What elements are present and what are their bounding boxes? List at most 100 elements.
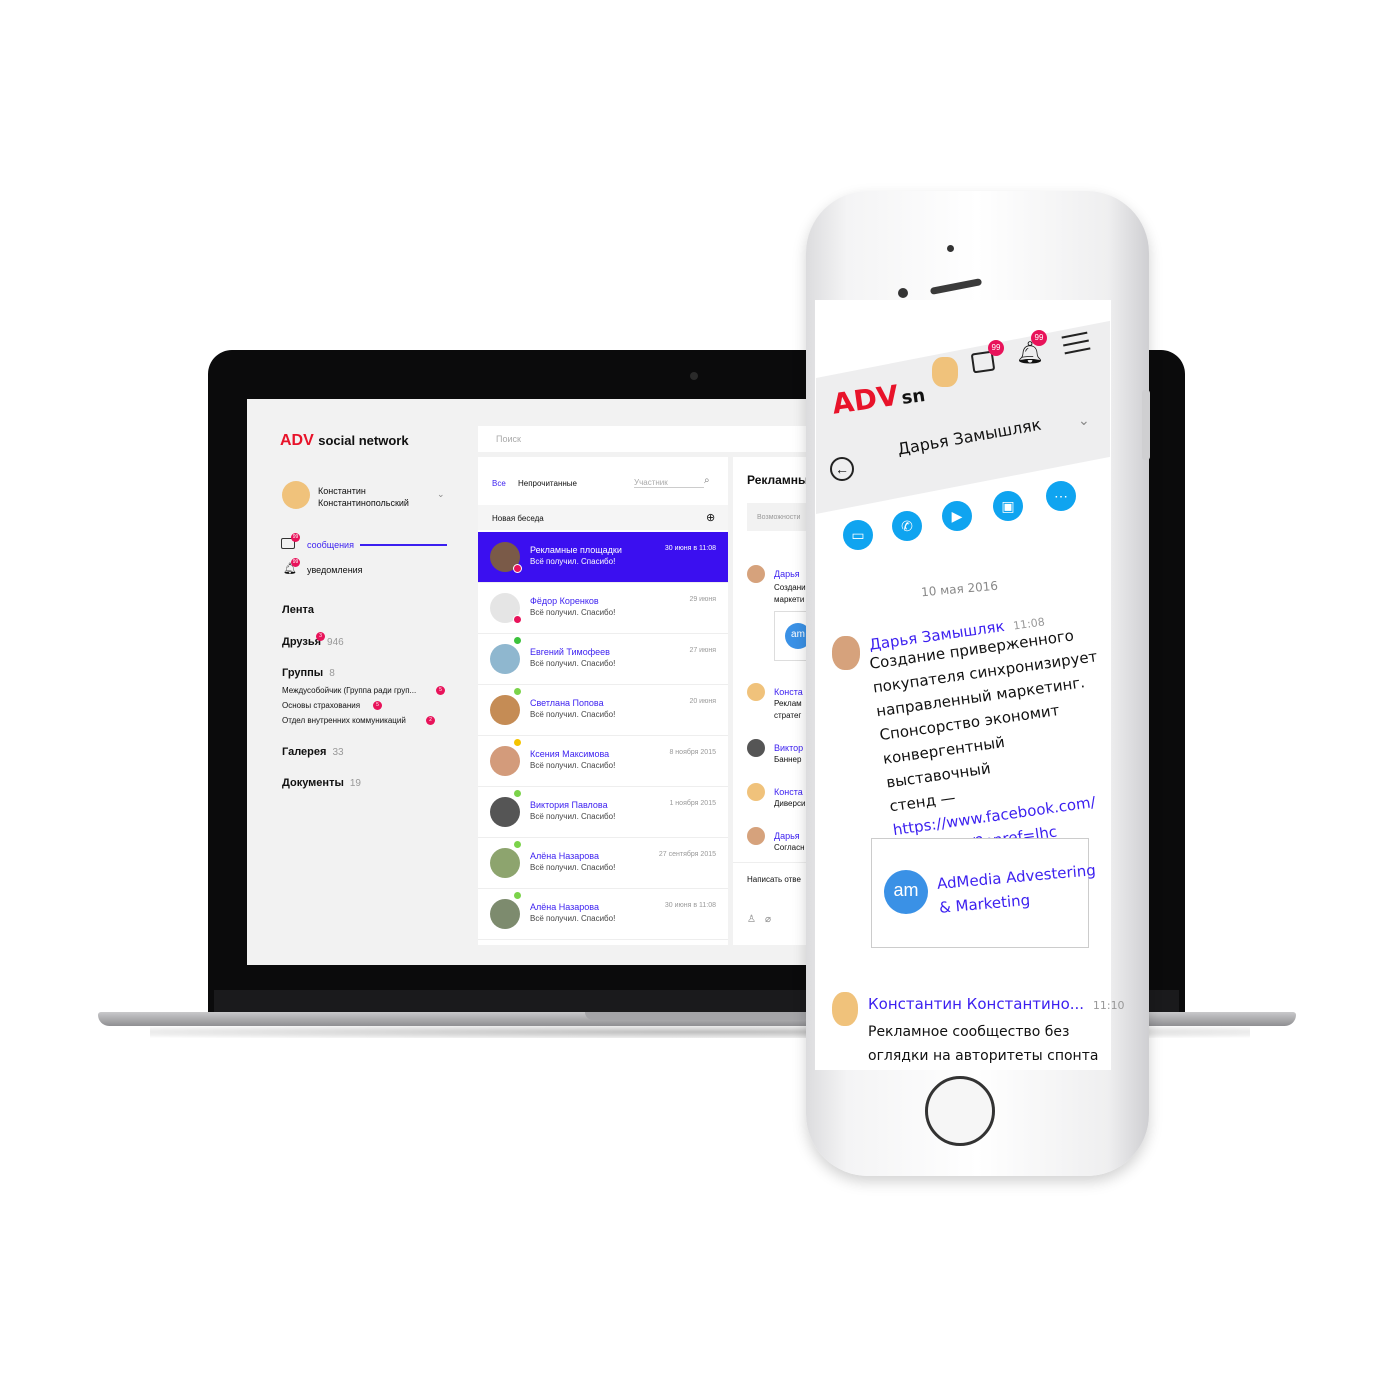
phone-home-button[interactable] bbox=[925, 1076, 995, 1146]
skype-status bbox=[513, 840, 522, 849]
message-body: Создание приверженного покупателя синхро… bbox=[868, 620, 1126, 866]
message-body: Рекламное сообщество без оглядки на авто… bbox=[868, 1020, 1098, 1066]
chat-author[interactable]: Конста bbox=[774, 687, 803, 697]
conversation-preview: Всё получил. Спасибо! bbox=[530, 812, 616, 821]
conversation-preview: Всё получил. Спасибо! bbox=[530, 914, 616, 923]
nav-active-underline bbox=[360, 544, 447, 546]
conversation-name: Алёна Назарова bbox=[530, 851, 599, 861]
conversation-row[interactable]: Алёна Назарова Всё получил. Спасибо! 30 … bbox=[478, 889, 728, 940]
skype-status bbox=[513, 891, 522, 900]
conversation-preview: Всё получил. Спасибо! bbox=[530, 557, 616, 566]
chat-author[interactable]: Дарья bbox=[774, 569, 800, 579]
search-icon[interactable]: ⌕ bbox=[704, 475, 710, 486]
avatar bbox=[490, 797, 520, 827]
conversation-date: 1 ноября 2015 bbox=[669, 800, 716, 807]
message-avatar bbox=[832, 992, 858, 1026]
chat-title: Рекламны bbox=[747, 473, 809, 487]
chat-author[interactable]: Дарья bbox=[774, 831, 800, 841]
back-arrow-icon[interactable]: ← bbox=[830, 457, 854, 481]
message-time: 11:10 bbox=[1092, 999, 1125, 1012]
chat-text: маркети bbox=[774, 595, 805, 604]
avatar bbox=[490, 695, 520, 725]
chat-author[interactable]: Конста bbox=[774, 787, 803, 797]
chat-author[interactable]: Виктор bbox=[774, 743, 803, 753]
online-status bbox=[513, 636, 522, 645]
attach-icon[interactable]: ⌀ bbox=[765, 914, 771, 925]
group-item[interactable]: Отдел внутренних коммуникаций bbox=[282, 716, 406, 725]
user-avatar[interactable] bbox=[282, 481, 310, 509]
screen-share-icon[interactable]: ▣ bbox=[993, 491, 1023, 521]
conversation-name: Фёдор Коренков bbox=[530, 596, 599, 606]
conversation-row[interactable]: Рекламные площадки Всё получил. Спасибо!… bbox=[478, 532, 728, 583]
user-name[interactable]: Константин Константинопольский bbox=[318, 485, 438, 509]
menu-documents[interactable]: Документы 19 bbox=[282, 777, 361, 789]
conversation-row[interactable]: Светлана Попова Всё получил. Спасибо! 20… bbox=[478, 685, 728, 736]
desktop-logo[interactable]: ADV social network bbox=[280, 432, 409, 450]
menu-friends[interactable]: Друзья 946 bbox=[282, 636, 344, 648]
avatar bbox=[747, 827, 765, 845]
avatar bbox=[490, 848, 520, 878]
conversation-row[interactable]: Евгений Тимофеев Всё получил. Спасибо! 2… bbox=[478, 634, 728, 685]
conversation-row[interactable]: Фёдор Коренков Всё получил. Спасибо! 29 … bbox=[478, 583, 728, 634]
menu-groups[interactable]: Группы 8 bbox=[282, 667, 335, 679]
nav-notifications[interactable]: уведомления bbox=[307, 565, 363, 575]
laptop-notch bbox=[585, 1012, 811, 1020]
message-avatar bbox=[832, 636, 860, 670]
collapse-chevron-icon[interactable]: ⌄ bbox=[1078, 412, 1090, 429]
more-options-icon[interactable]: ⋯ bbox=[1046, 481, 1076, 511]
nav-messages[interactable]: сообщения bbox=[307, 540, 354, 550]
chat-text: Согласн bbox=[774, 843, 805, 852]
avatar bbox=[747, 683, 765, 701]
chat-text: Создани bbox=[774, 583, 806, 592]
menu-feed[interactable]: Лента bbox=[282, 604, 314, 616]
mention-icon[interactable]: ♙ bbox=[747, 914, 756, 925]
conversation-name: Рекламные площадки bbox=[530, 545, 622, 555]
add-chat-icon[interactable]: ⊕ bbox=[706, 511, 715, 524]
phone-call-icon[interactable]: ✆ bbox=[892, 511, 922, 541]
conversation-preview: Всё получил. Спасибо! bbox=[530, 761, 616, 770]
logo-text: social network bbox=[318, 433, 409, 448]
notifications-badge: 99 bbox=[291, 558, 300, 567]
group-item[interactable]: Основы страхования bbox=[282, 701, 360, 710]
laptop-camera bbox=[690, 372, 698, 380]
conversation-row[interactable]: Алёна Назарова Всё получил. Спасибо! 27 … bbox=[478, 838, 728, 889]
menu-gallery[interactable]: Галерея 33 bbox=[282, 746, 344, 758]
reply-input[interactable]: Написать отве bbox=[747, 875, 801, 884]
group-badge: 5 bbox=[373, 701, 382, 710]
chat-filter-placeholder: Возможности bbox=[757, 514, 801, 521]
conversation-date: 27 сентября 2015 bbox=[658, 851, 716, 858]
conversation-date: 29 июня bbox=[689, 596, 716, 603]
messages-badge: 99 bbox=[291, 533, 300, 542]
conversation-name: Виктория Павлова bbox=[530, 800, 608, 810]
user-first-name: Константин bbox=[318, 486, 366, 496]
tab-unread[interactable]: Непрочитанные bbox=[518, 479, 577, 488]
tab-all[interactable]: Все bbox=[492, 479, 506, 488]
chat-bubble-icon[interactable]: ▭ bbox=[843, 520, 873, 550]
avatar bbox=[490, 644, 520, 674]
user-menu-chevron-icon[interactable]: ⌄ bbox=[437, 489, 445, 500]
phone-volume-button bbox=[1142, 390, 1150, 460]
conversation-preview: Всё получил. Спасибо! bbox=[530, 608, 616, 617]
participant-input[interactable]: Участник bbox=[634, 478, 704, 488]
phone-sensor bbox=[947, 245, 954, 252]
away-status bbox=[513, 738, 522, 747]
conversation-name: Ксения Максимова bbox=[530, 749, 610, 759]
notifications-badge: 99 bbox=[1031, 330, 1047, 346]
group-badge: 2 bbox=[426, 716, 435, 725]
conversation-preview: Всё получил. Спасибо! bbox=[530, 863, 616, 872]
avatar bbox=[747, 783, 765, 801]
conversation-date: 30 июня в 11:08 bbox=[664, 545, 716, 552]
message-author[interactable]: Константин Константино... bbox=[868, 995, 1084, 1013]
conversation-row[interactable]: Виктория Павлова Всё получил. Спасибо! 1… bbox=[478, 787, 728, 838]
conversation-name: Евгений Тимофеев bbox=[530, 647, 610, 657]
mobile-user-avatar[interactable] bbox=[932, 357, 958, 387]
conversation-name: Алёна Назарова bbox=[530, 902, 599, 912]
conversation-preview: Всё получил. Спасибо! bbox=[530, 659, 616, 668]
conversation-row[interactable]: Ксения Максимова Всё получил. Спасибо! 8… bbox=[478, 736, 728, 787]
logo-brand: ADV bbox=[280, 432, 314, 449]
conversation-date: 27 июня bbox=[689, 647, 716, 654]
video-call-icon[interactable]: ▶ bbox=[942, 501, 972, 531]
group-item[interactable]: Междусобойчик (Группа ради груп... bbox=[282, 686, 416, 695]
friends-badge: 3 bbox=[316, 632, 325, 641]
avatar bbox=[490, 746, 520, 776]
